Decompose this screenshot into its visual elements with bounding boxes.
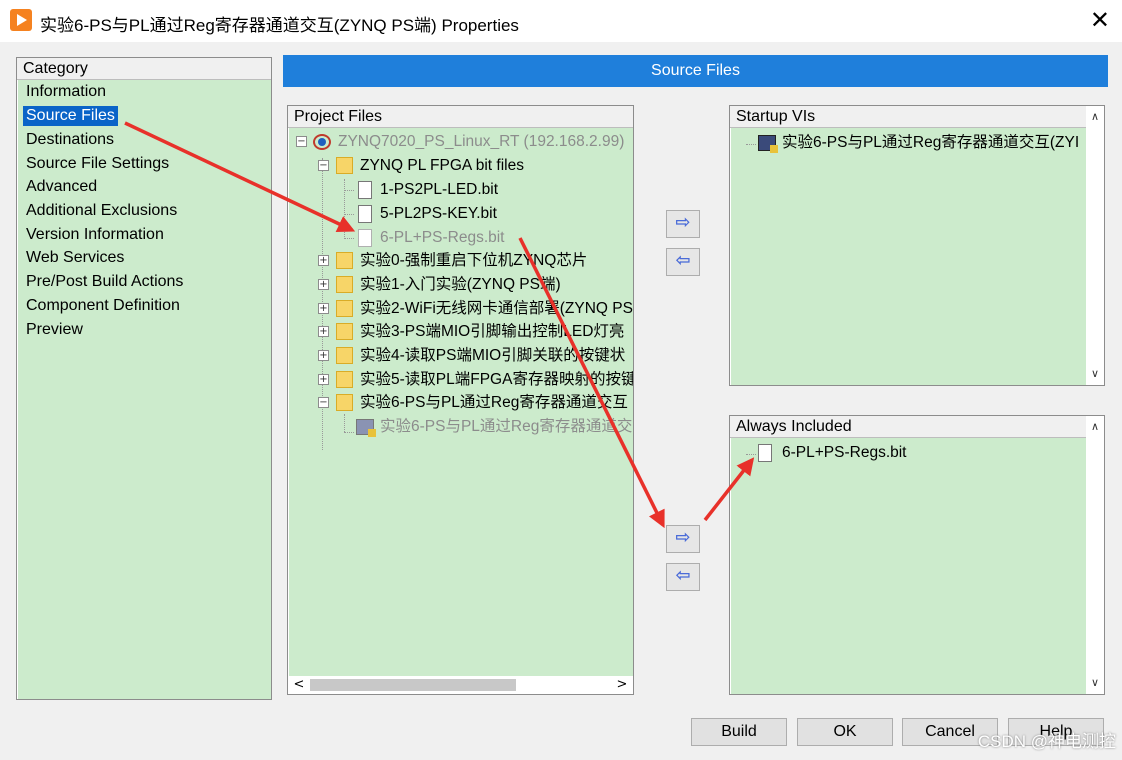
annotation-arrows <box>124 121 755 529</box>
annotation-arrow <box>518 237 665 529</box>
annotation-arrow <box>703 457 755 522</box>
annotation-arrow <box>124 121 356 232</box>
watermark: CSDN @神电测控 <box>977 732 1116 751</box>
